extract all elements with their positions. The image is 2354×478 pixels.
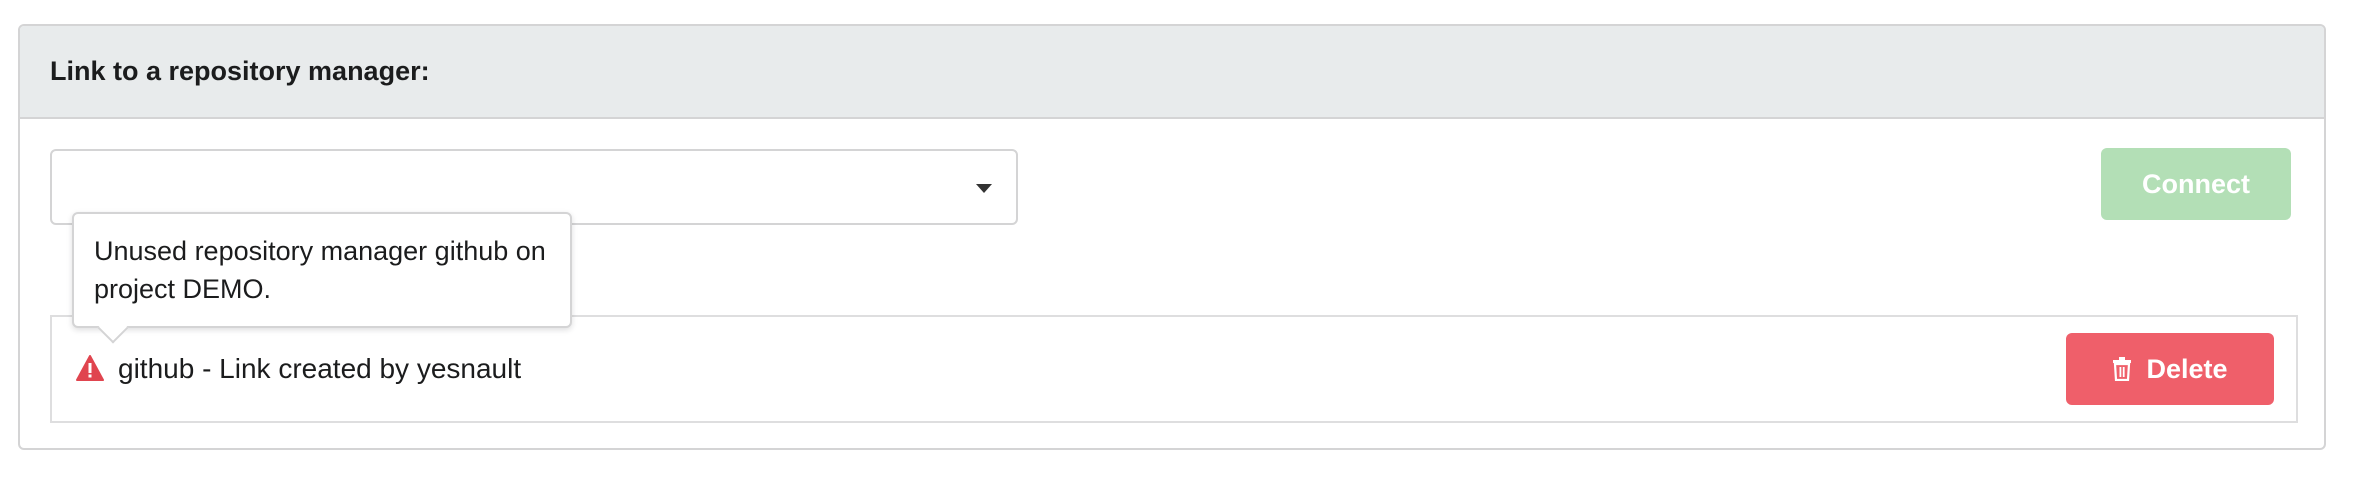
connect-button[interactable]: Connect bbox=[2101, 148, 2291, 220]
delete-button-label: Delete bbox=[2146, 353, 2228, 384]
delete-link-button[interactable]: Delete bbox=[2066, 333, 2274, 405]
warning-triangle-icon[interactable] bbox=[76, 355, 104, 381]
repository-link-item: github - Link created by yesnault Delete bbox=[50, 315, 2298, 423]
panel-title: Link to a repository manager: bbox=[50, 56, 430, 86]
tooltip-text: Unused repository manager github on proj… bbox=[94, 236, 546, 304]
warning-tooltip: Unused repository manager github on proj… bbox=[72, 212, 572, 344]
repository-link-label: github - Link created by yesnault bbox=[118, 353, 522, 384]
trash-icon bbox=[2113, 357, 2132, 381]
panel-header: Link to a repository manager: bbox=[20, 26, 2324, 119]
chevron-down-icon[interactable] bbox=[976, 184, 992, 193]
